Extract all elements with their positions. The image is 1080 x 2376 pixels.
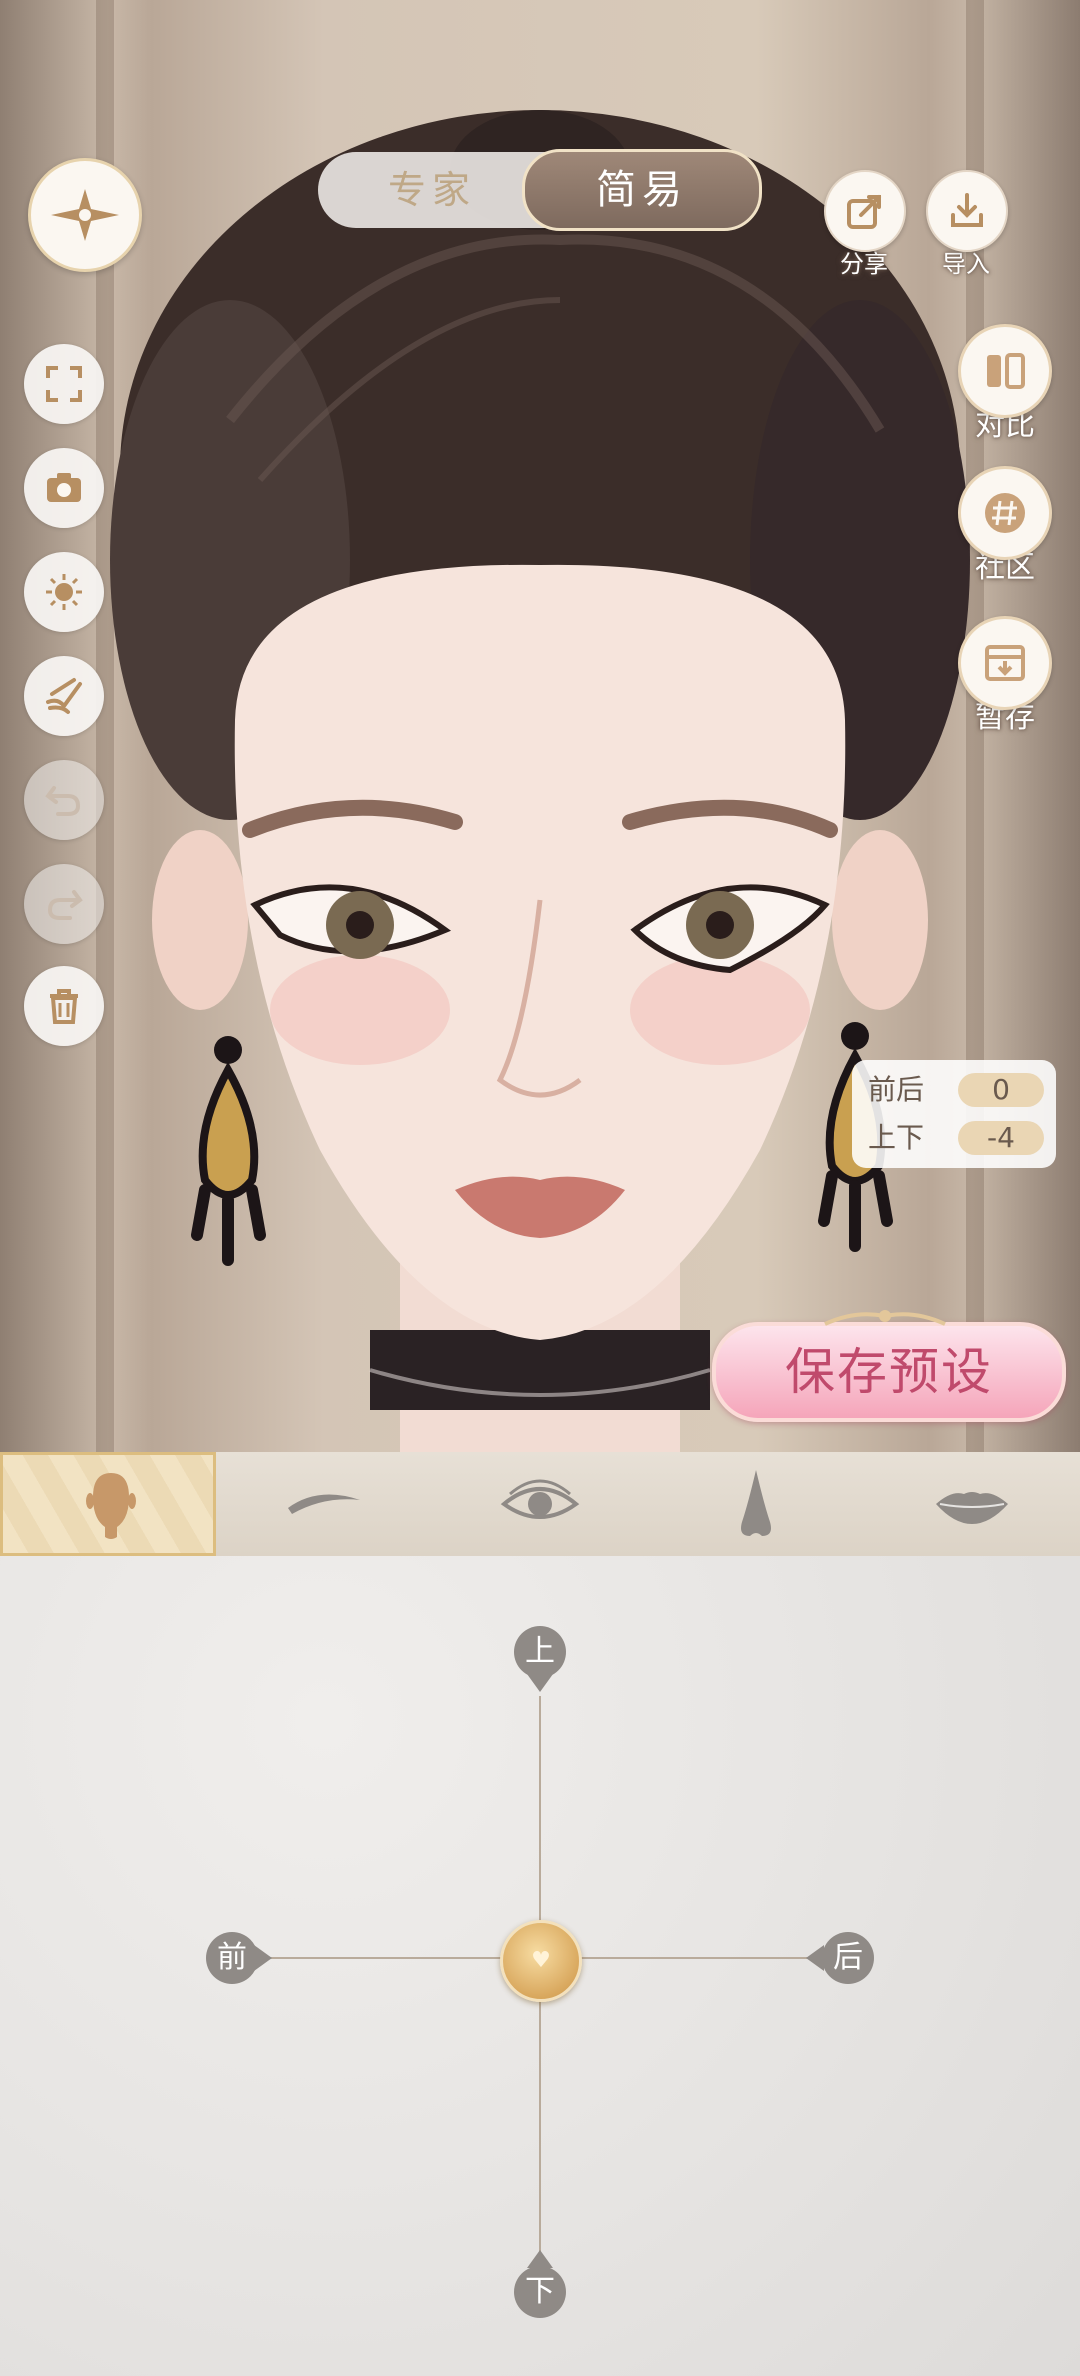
joystick-knob[interactable]: ♥ [500,1920,582,2002]
ornament-crest-icon [824,1310,946,1326]
eye-icon [500,1479,580,1519]
character-viewport[interactable]: 专家 简易 分享 导入 对比 社区 暂存 前后 0 上下 -4 保存预设 [0,0,1080,1452]
heart-icon: ♥ [531,1948,551,1973]
vertical-axis [539,1696,541,2316]
front-label[interactable]: 前 [206,1932,258,1984]
camera-button[interactable] [24,448,104,528]
up-label[interactable]: 上 [514,1626,566,1678]
temp-save-button[interactable]: 暂存 [958,616,1052,736]
front-back-label: 前后 [868,1073,925,1106]
import-icon [951,193,983,227]
undo-icon [45,786,81,816]
tab-lips[interactable] [864,1452,1080,1556]
back-label[interactable]: 后 [822,1932,874,1984]
compass-star-icon [51,189,119,241]
lips-icon [936,1492,1008,1524]
save-preset-button[interactable]: 保存预设 [712,1322,1066,1422]
lighting-icon [46,574,82,610]
tab-eyebrows[interactable] [216,1452,432,1556]
down-label[interactable]: 下 [514,2266,566,2318]
feature-category-tabs [0,1452,1080,1556]
eyebrow-icon [288,1494,360,1514]
tab-face-shape[interactable] [0,1452,216,1556]
community-hash-icon [985,493,1025,533]
archive-box-icon [985,645,1025,681]
back-pin-icon [806,1945,824,1971]
position-readout: 前后 0 上下 -4 [852,1060,1056,1168]
nose-icon [741,1470,771,1536]
share-button[interactable]: 分享 [824,170,906,279]
redo-icon [47,890,83,920]
face-icon [86,1473,136,1539]
community-button[interactable]: 社区 [958,466,1052,586]
up-down-value: -4 [958,1121,1044,1155]
tab-nose[interactable] [648,1452,864,1556]
front-pin-icon [254,1945,272,1971]
compare-icon [987,353,1025,389]
up-down-label: 上下 [868,1121,925,1154]
import-button[interactable]: 导入 [926,170,1008,279]
tab-eyes[interactable] [432,1452,648,1556]
position-joystick-panel: 上 下 前 后 ♥ [0,1556,1080,2376]
compare-button[interactable]: 对比 [958,324,1052,444]
hand-pose-button[interactable] [24,656,104,736]
camera-icon [47,473,81,502]
fullscreen-button[interactable] [24,344,104,424]
undo-button[interactable] [24,760,104,840]
down-pin-icon [527,2250,553,2268]
mode-simple-tab[interactable]: 简易 [522,149,762,231]
hand-pose-icon [46,678,82,714]
fullscreen-icon [46,366,82,402]
front-back-value: 0 [958,1073,1044,1107]
up-pin-icon [527,1674,553,1692]
back-button[interactable] [28,158,142,272]
delete-button[interactable] [24,966,104,1046]
mode-toggle: 专家 简易 [318,149,762,231]
lighting-button[interactable] [24,552,104,632]
redo-button[interactable] [24,864,104,944]
share-icon [847,195,881,229]
trash-icon [50,989,78,1024]
mode-expert-tab[interactable]: 专家 [388,152,476,228]
